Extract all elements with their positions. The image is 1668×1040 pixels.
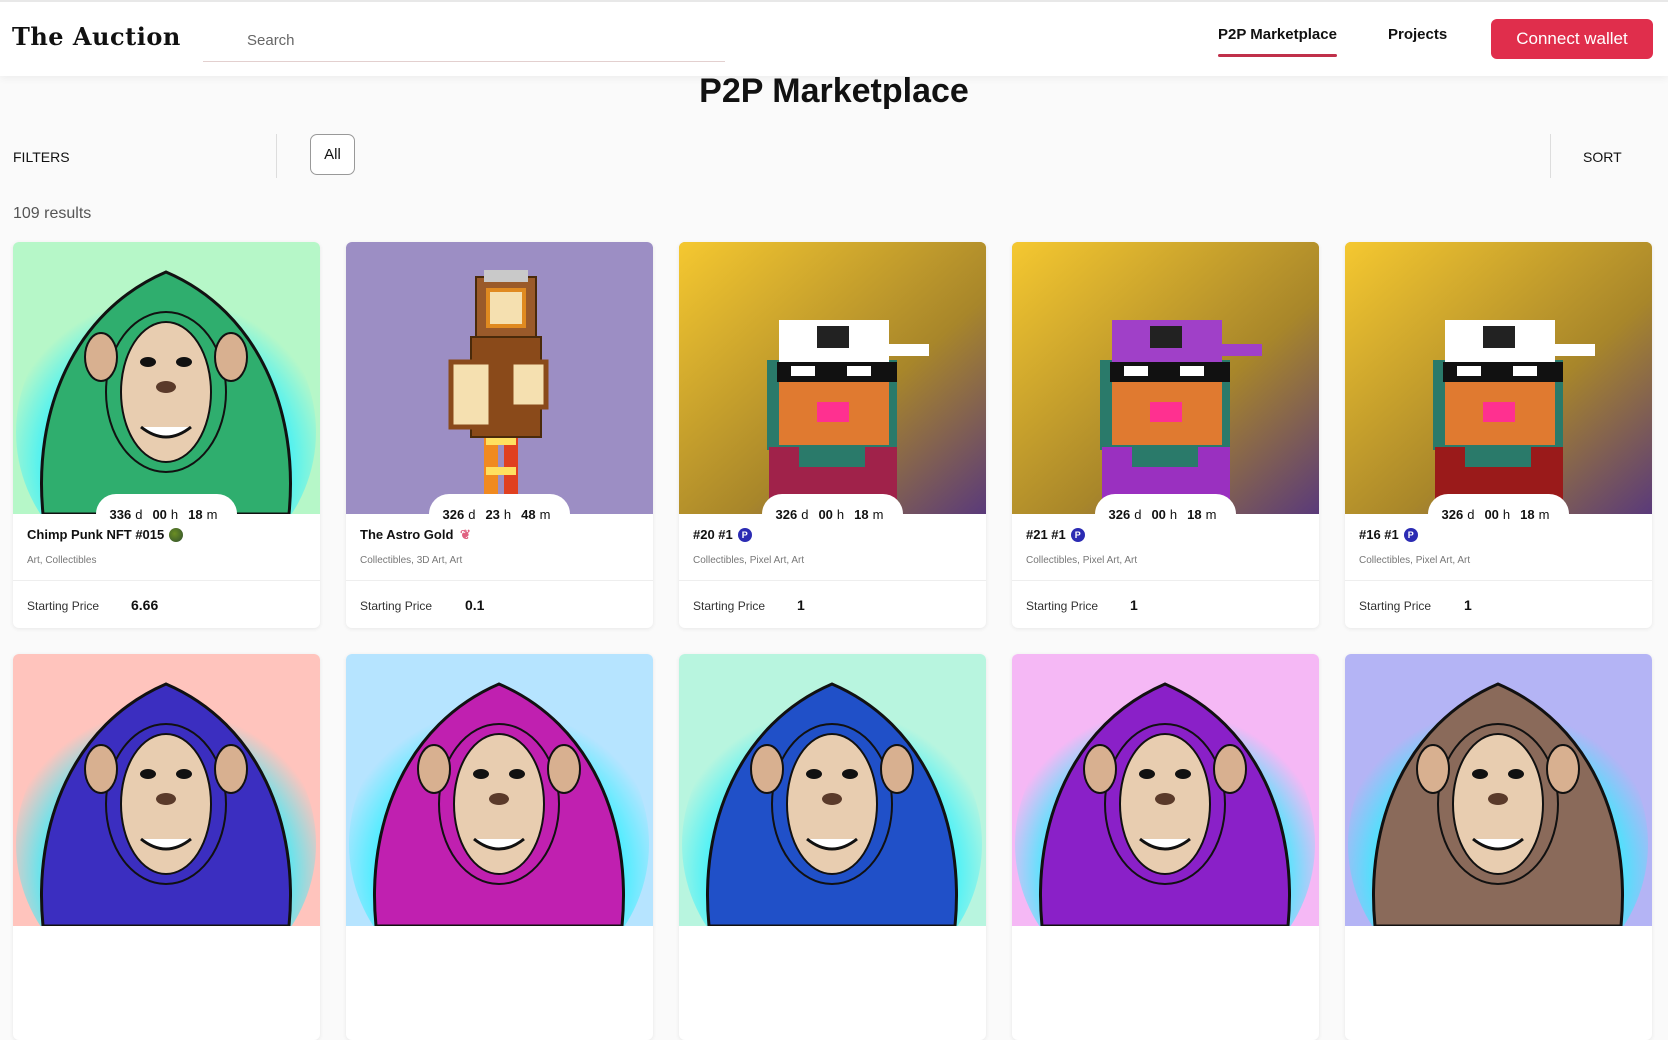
auction-timer: 326 d 00 h 18 m	[762, 494, 903, 534]
timer-minutes: 18	[854, 506, 869, 522]
timer-days: 326	[442, 506, 465, 522]
card-divider	[1012, 580, 1319, 581]
nft-card[interactable]: 336 d 00 h 18 m Chimp Punk NFT #015 Art, Collec…	[13, 242, 320, 628]
timer-days: 336	[109, 506, 132, 522]
timer-minutes: 18	[188, 506, 203, 522]
starting-price: 6.66	[131, 597, 159, 613]
starting-price: 0.1	[465, 597, 485, 613]
timer-hours: 00	[818, 506, 833, 522]
nft-image[interactable]	[13, 242, 320, 582]
timer-days: 326	[775, 506, 798, 522]
card-divider	[13, 580, 320, 581]
nft-title[interactable]: #20 #1 P	[693, 527, 752, 542]
timer-minutes: 18	[1187, 506, 1202, 522]
nft-image[interactable]	[346, 242, 653, 514]
starting-price: 1	[797, 597, 805, 613]
nft-image[interactable]	[1345, 242, 1652, 514]
nft-title[interactable]: #21 #1 P	[1026, 527, 1085, 542]
nft-card[interactable]	[346, 654, 653, 1040]
timer-minutes: 18	[1520, 506, 1535, 522]
nft-categories: Collectibles, 3D Art, Art	[360, 555, 463, 566]
project-p-icon: P	[737, 527, 752, 542]
price-label: Starting Price	[360, 599, 433, 613]
timer-hours: 23	[485, 506, 500, 522]
price-label: Starting Price	[693, 599, 766, 613]
project-p-icon: P	[1403, 527, 1418, 542]
filters-divider	[276, 134, 277, 178]
starting-price: 1	[1130, 597, 1138, 613]
nft-image[interactable]	[1012, 654, 1319, 994]
card-divider	[346, 580, 653, 581]
nft-card[interactable]: 326 d 00 h 18 m #16 #1 P Collectibles, Pixel Art…	[1345, 242, 1652, 628]
starting-price: 1	[1464, 597, 1472, 613]
nft-card[interactable]	[1012, 654, 1319, 1040]
top-header: The Auction Search P2P Marketplace Proje…	[0, 0, 1668, 76]
nft-image[interactable]	[13, 654, 320, 994]
nft-categories: Collectibles, Pixel Art, Art	[693, 555, 805, 566]
timer-hours: 00	[152, 506, 167, 522]
nft-title[interactable]: #16 #1 P	[1359, 527, 1418, 542]
nft-card[interactable]: 326 d 23 h 48 m The Astro Gold ❦ Collectibles, 3…	[346, 242, 653, 628]
nft-image[interactable]	[346, 654, 653, 994]
timer-hours: 00	[1151, 506, 1166, 522]
price-label: Starting Price	[27, 599, 100, 613]
ribbon-icon: ❦	[459, 526, 471, 542]
auction-timer: 326 d 00 h 18 m	[1095, 494, 1236, 534]
active-nav-underline	[1218, 54, 1337, 57]
nft-categories: Art, Collectibles	[27, 555, 97, 566]
page-title: P2P Marketplace	[699, 72, 969, 110]
nft-card[interactable]: 326 d 00 h 18 m #20 #1 P Collectibles, Pixel Art…	[679, 242, 986, 628]
search-input[interactable]: Search	[203, 20, 725, 62]
card-divider	[679, 580, 986, 581]
price-label: Starting Price	[1359, 599, 1432, 613]
timer-days: 326	[1108, 506, 1131, 522]
nft-image[interactable]	[679, 242, 986, 514]
timer-minutes: 48	[521, 506, 536, 522]
timer-hours: 00	[1484, 506, 1499, 522]
nft-categories: Collectibles, Pixel Art, Art	[1359, 555, 1471, 566]
creator-avatar-icon	[169, 527, 184, 542]
nav-p2p-marketplace[interactable]: P2P Marketplace	[1218, 26, 1337, 57]
nft-card[interactable]	[13, 654, 320, 1040]
price-label: Starting Price	[1026, 599, 1099, 613]
nft-title[interactable]: The Astro Gold ❦	[360, 526, 472, 543]
results-count: 109 results	[13, 205, 92, 222]
nft-image[interactable]	[1345, 654, 1652, 994]
nft-categories: Collectibles, Pixel Art, Art	[1026, 555, 1138, 566]
nft-card[interactable]: 326 d 00 h 18 m #21 #1 P Collectibles, Pixel Art…	[1012, 242, 1319, 628]
nft-image[interactable]	[1012, 242, 1319, 514]
card-divider	[1345, 580, 1652, 581]
timer-days: 326	[1441, 506, 1464, 522]
nft-card[interactable]	[1345, 654, 1652, 1040]
nav-projects[interactable]: Projects	[1388, 26, 1447, 43]
project-p-icon: P	[1070, 527, 1085, 542]
connect-wallet-button[interactable]: Connect wallet	[1491, 19, 1653, 59]
sort-divider	[1550, 134, 1551, 178]
nft-image[interactable]	[679, 654, 986, 994]
sort-toggle[interactable]: SORT	[1583, 149, 1622, 165]
nft-title[interactable]: Chimp Punk NFT #015	[27, 527, 184, 542]
logo[interactable]: The Auction	[12, 22, 181, 51]
auction-timer: 326 d 00 h 18 m	[1428, 494, 1569, 534]
filters-toggle[interactable]: FILTERS	[13, 149, 70, 165]
nft-card[interactable]	[679, 654, 986, 1040]
nav-p2p-label: P2P Marketplace	[1218, 26, 1337, 43]
filter-chip-all[interactable]: All	[310, 134, 355, 175]
